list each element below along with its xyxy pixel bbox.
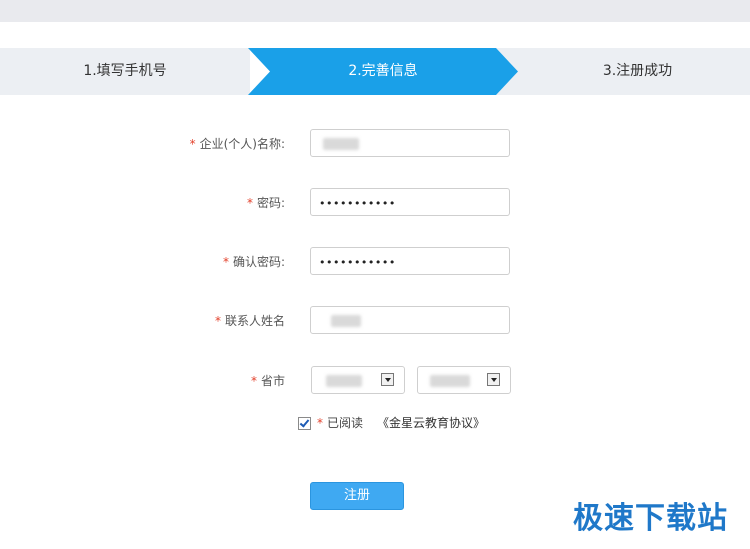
company-name-row: * 企业(个人)名称: (0, 129, 750, 159)
password-label: * 密码: (246, 196, 285, 210)
required-mark: * (222, 255, 229, 269)
agreement-text: 已阅读 (327, 416, 364, 430)
password-value: ••••••••••• (319, 197, 396, 210)
chevron-down-icon[interactable] (487, 373, 500, 386)
province-city-row: * 省市 (0, 366, 750, 396)
contact-name-row: * 联系人姓名 (0, 306, 750, 336)
required-mark: * (246, 196, 253, 210)
confirm-password-value: ••••••••••• (319, 256, 396, 269)
province-select[interactable] (311, 366, 405, 394)
step-1: 1.填写手机号 (0, 48, 250, 95)
required-mark: * (189, 137, 196, 151)
obscured-value (331, 315, 361, 327)
chevron-down-icon[interactable] (381, 373, 394, 386)
agreement-row: * 已阅读 《金星云教育协议》 (298, 414, 485, 432)
confirm-password-row: * 确认密码: ••••••••••• (0, 247, 750, 277)
confirm-password-input[interactable]: ••••••••••• (310, 247, 510, 275)
password-row: * 密码: ••••••••••• (0, 188, 750, 218)
step-2-active: 2.完善信息 (248, 48, 518, 95)
contact-name-label: * 联系人姓名 (214, 314, 285, 328)
province-city-label: * 省市 (250, 374, 285, 388)
step-3-label: 3.注册成功 (602, 63, 673, 79)
obscured-value (323, 138, 359, 150)
company-name-input[interactable] (310, 129, 510, 157)
step-3: 3.注册成功 (495, 48, 750, 95)
company-name-label: * 企业(个人)名称: (189, 137, 285, 151)
obscured-value (326, 375, 362, 387)
required-mark: * (250, 374, 257, 388)
password-input[interactable]: ••••••••••• (310, 188, 510, 216)
contact-name-input[interactable] (310, 306, 510, 334)
required-mark: * (317, 416, 323, 430)
top-bar (0, 0, 750, 22)
required-mark: * (214, 314, 221, 328)
agreement-link[interactable]: 《金星云教育协议》 (377, 416, 485, 430)
step-2-label: 2.完善信息 (348, 63, 418, 79)
watermark: 极速下载站 (573, 501, 728, 536)
obscured-value (430, 375, 470, 387)
step-1-label: 1.填写手机号 (83, 63, 167, 79)
agreement-checkbox[interactable] (298, 417, 311, 430)
step-progress: 1.填写手机号 3.注册成功 2.完善信息 (0, 48, 750, 95)
city-select[interactable] (417, 366, 511, 394)
register-button[interactable]: 注册 (310, 482, 404, 510)
confirm-password-label: * 确认密码: (222, 255, 285, 269)
